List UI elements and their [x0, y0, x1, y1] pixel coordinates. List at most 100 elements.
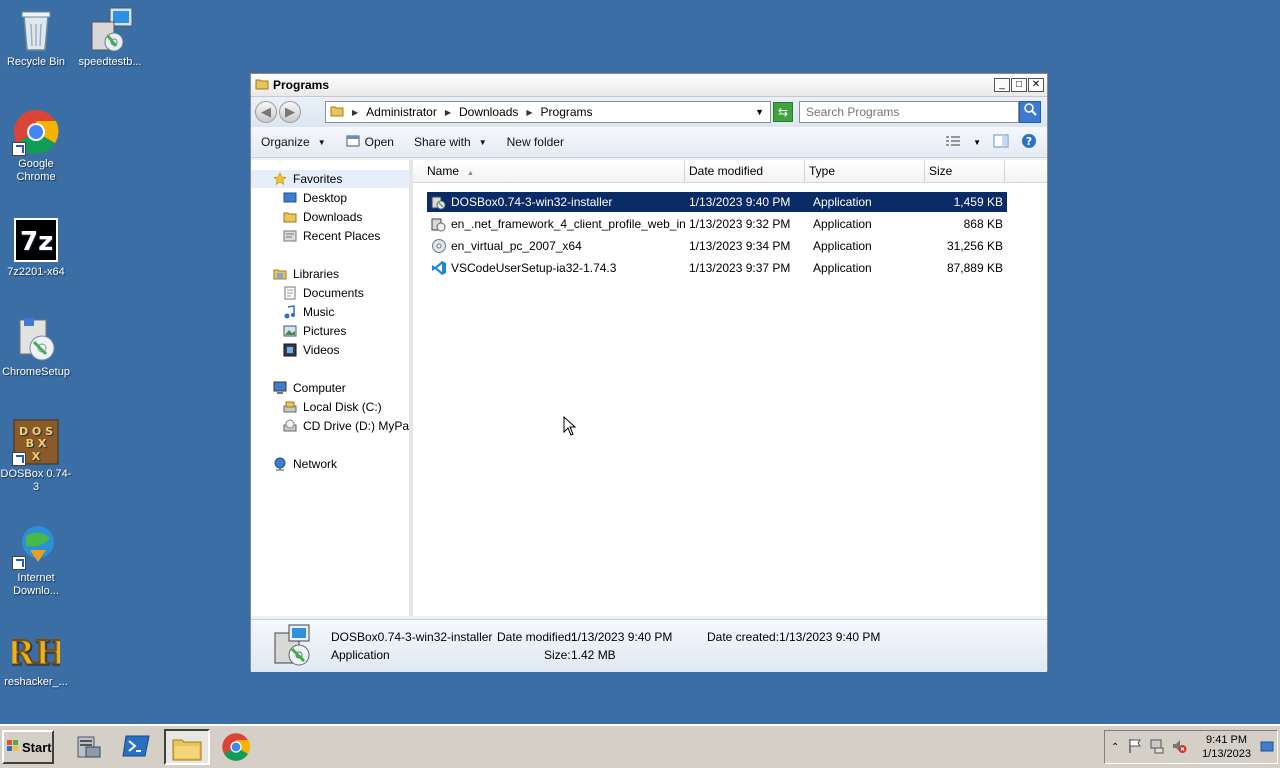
window-title: Programs — [273, 78, 330, 92]
nav-favorites[interactable]: Favorites — [251, 170, 409, 188]
command-bar: Organize ▼ Open Share with ▼ New folder … — [251, 127, 1047, 158]
organize-button[interactable]: Organize ▼ — [261, 135, 326, 149]
desktop-icon-internet-download-manager[interactable]: Internet Downlo... — [0, 522, 72, 598]
forward-arrow-icon: ▶ — [285, 104, 295, 119]
nav-label: Libraries — [293, 267, 340, 281]
desktop-icon-speedtest[interactable]: speedtestb... — [74, 6, 146, 69]
nav-downloads[interactable]: Downloads — [283, 208, 362, 226]
network-status-icon[interactable] — [1149, 738, 1165, 757]
file-row[interactable]: en_.net_framework_4_client_profile_web_i… — [427, 214, 1007, 234]
nav-pictures[interactable]: Pictures — [283, 322, 346, 340]
nav-label: Favorites — [293, 172, 343, 186]
column-header-date-modified[interactable]: Date modified — [685, 160, 805, 182]
action-center-flag-icon[interactable] — [1127, 738, 1143, 757]
column-header-name[interactable]: Name ▲ — [413, 160, 685, 182]
dosbox-icon: D O S B X X — [12, 418, 60, 466]
chevron-right-icon[interactable]: ▶ — [352, 108, 358, 117]
nav-libraries[interactable]: Libraries — [273, 265, 339, 283]
back-button[interactable]: ◀ — [255, 101, 277, 123]
svg-text:B X: B X — [26, 437, 47, 450]
refresh-button[interactable]: ⇆ — [773, 102, 793, 122]
file-explorer-icon — [172, 735, 202, 764]
chevron-right-icon[interactable]: ▶ — [445, 108, 451, 117]
column-header-size[interactable]: Size — [925, 160, 1005, 182]
file-name: DOSBox0.74-3-win32-installer — [451, 195, 613, 209]
shortcut-arrow-icon — [12, 452, 26, 466]
taskbar-file-explorer[interactable] — [164, 729, 210, 765]
shortcut-arrow-icon — [12, 142, 26, 156]
view-options-icon[interactable] — [945, 135, 961, 150]
nav-computer[interactable]: Computer — [273, 379, 346, 397]
search-button[interactable] — [1019, 101, 1041, 123]
explorer-window: Programs _ □ ✕ ◀ ▶ ▶ Administrator ▶ Dow… — [250, 73, 1048, 672]
nav-local-disk[interactable]: Local Disk (C:) — [283, 398, 382, 416]
nav-label: CD Drive (D:) MyPal68 — [303, 419, 413, 433]
reshacker-icon: RH — [5, 626, 66, 674]
forward-button[interactable]: ▶ — [279, 101, 301, 123]
file-date: 1/13/2023 9:32 PM — [689, 217, 791, 231]
open-button[interactable]: Open — [346, 135, 394, 150]
title-bar[interactable]: Programs _ □ ✕ — [251, 74, 1047, 97]
taskbar-google-chrome[interactable] — [214, 729, 260, 765]
column-header-type[interactable]: Type — [805, 160, 925, 182]
nav-label: Videos — [303, 343, 340, 357]
desktop-icon-chromesetup[interactable]: ChromeSetup — [0, 316, 72, 379]
navigation-pane: Favorites Desktop Downloads Recent Place… — [251, 160, 413, 616]
desktop-icon-dosbox[interactable]: D O S B X X DOSBox 0.74-3 — [0, 418, 72, 494]
breadcrumb-item-administrator[interactable]: Administrator — [366, 105, 437, 119]
clock[interactable]: 9:41 PM 1/13/2023 — [1202, 733, 1251, 761]
nav-music[interactable]: Music — [283, 303, 334, 321]
desktop-icon-recycle-bin[interactable]: Recycle Bin — [0, 6, 72, 69]
show-hidden-icons-chevron-icon[interactable]: ⌃ — [1111, 742, 1119, 753]
file-row[interactable]: VSCodeUserSetup-ia32-1.74.3 1/13/2023 9:… — [427, 258, 1007, 278]
desktop-icon-reshacker[interactable]: RH reshacker_... — [0, 626, 72, 689]
search-input[interactable] — [799, 101, 1019, 123]
taskbar: Start ⌃ 9:41 PM 1/13/2023 — [0, 724, 1280, 768]
chevron-down-icon[interactable]: ▼ — [755, 107, 764, 117]
chevron-right-icon[interactable]: ▶ — [526, 108, 532, 117]
maximize-button[interactable]: □ — [1011, 78, 1027, 92]
file-type: Application — [813, 217, 872, 231]
address-bar: ◀ ▶ ▶ Administrator ▶ Downloads ▶ Progra… — [251, 97, 1047, 127]
preview-pane-icon[interactable] — [993, 134, 1009, 151]
file-size: 87,889 KB — [946, 261, 1003, 275]
organize-label: Organize — [261, 135, 310, 149]
taskbar-powershell[interactable] — [114, 729, 160, 765]
nav-label: Recent Places — [303, 229, 381, 243]
column-headers: Name ▲ Date modified Type Size — [413, 160, 1047, 183]
desktop-icon-7zip[interactable]: 7z 7z2201-x64 — [0, 216, 72, 279]
close-button[interactable]: ✕ — [1028, 78, 1044, 92]
breadcrumb[interactable]: ▶ Administrator ▶ Downloads ▶ Programs ▼ — [325, 101, 771, 123]
file-size: 31,256 KB — [946, 239, 1003, 253]
refresh-icon: ⇆ — [777, 105, 789, 119]
sort-ascending-icon: ▲ — [467, 170, 474, 177]
start-button[interactable]: Start — [2, 730, 54, 764]
minimize-button[interactable]: _ — [994, 78, 1010, 92]
desktop-icon — [283, 191, 297, 205]
taskbar-server-manager[interactable] — [64, 729, 110, 765]
chevron-down-icon[interactable]: ▼ — [973, 138, 981, 147]
new-folder-button[interactable]: New folder — [507, 135, 564, 149]
desktop-icon-google-chrome[interactable]: Google Chrome — [0, 108, 72, 184]
nav-desktop[interactable]: Desktop — [283, 189, 347, 207]
7zip-icon: 7z — [12, 216, 60, 264]
share-with-button[interactable]: Share with ▼ — [414, 135, 487, 149]
breadcrumb-item-downloads[interactable]: Downloads — [459, 105, 518, 119]
breadcrumb-item-programs[interactable]: Programs — [541, 105, 593, 119]
nav-cd-drive[interactable]: CD Drive (D:) MyPal68 — [283, 417, 413, 435]
nav-documents[interactable]: Documents — [283, 284, 364, 302]
details-file-kind: Application — [331, 648, 390, 662]
nav-network[interactable]: Network — [273, 455, 337, 473]
clock-time: 9:41 PM — [1206, 734, 1248, 746]
network-icon — [273, 457, 287, 471]
file-row[interactable]: DOSBox0.74-3-win32-installer 1/13/2023 9… — [427, 192, 1007, 212]
show-desktop-icon[interactable] — [1260, 741, 1274, 756]
folder-icon — [330, 104, 344, 121]
help-icon[interactable]: ? — [1021, 133, 1037, 152]
file-size: 868 KB — [963, 217, 1003, 231]
file-row[interactable]: en_virtual_pc_2007_x64 1/13/2023 9:34 PM… — [427, 236, 1007, 256]
desktop-icon-label: Internet Downlo... — [13, 572, 59, 597]
volume-muted-icon[interactable] — [1171, 738, 1187, 757]
nav-recent-places[interactable]: Recent Places — [283, 227, 380, 245]
nav-videos[interactable]: Videos — [283, 341, 339, 359]
